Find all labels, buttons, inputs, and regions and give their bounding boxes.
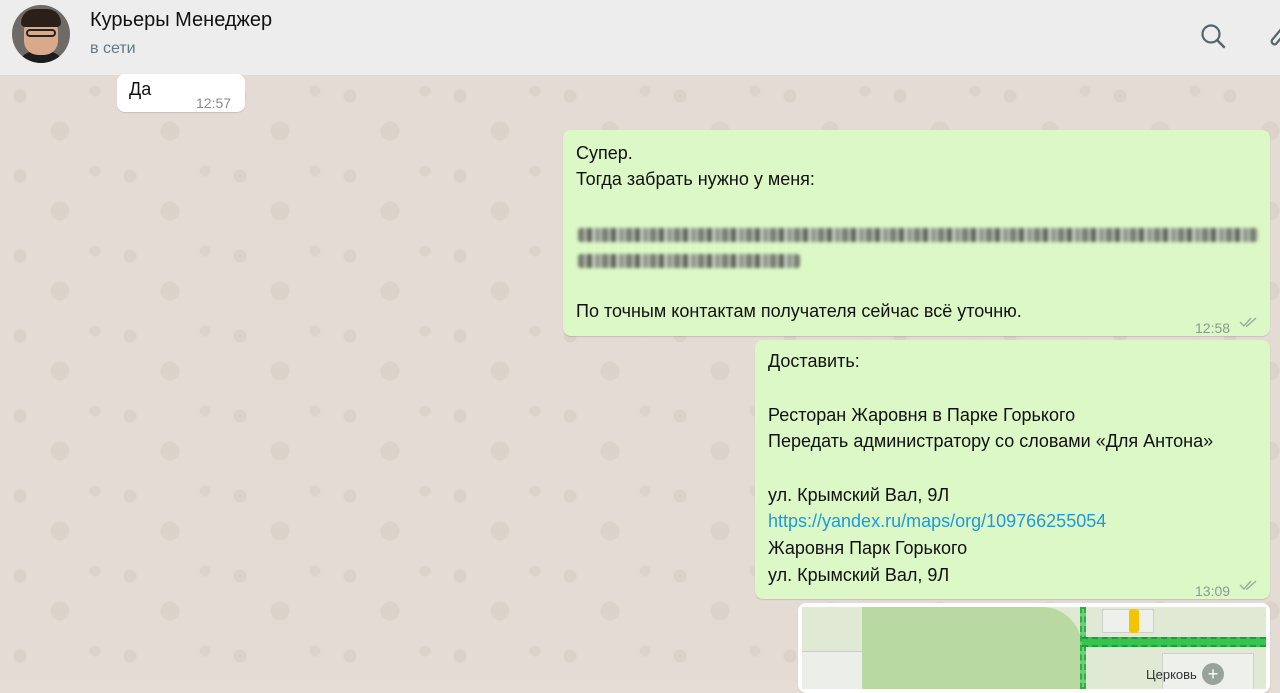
map-label: Церковь <box>1146 667 1197 682</box>
message-text: Да <box>129 79 152 99</box>
message-incoming[interactable]: Да 12:57 <box>117 74 245 112</box>
message-time: 12:57 <box>196 95 232 111</box>
double-check-icon <box>1239 580 1257 591</box>
message-text: Супер. <box>576 143 633 163</box>
map-link[interactable]: https://yandex.ru/maps/org/109766255054 <box>768 508 1106 535</box>
map-preview[interactable]: Церковь + <box>798 603 1270 693</box>
double-check-icon <box>1239 317 1257 328</box>
contact-status: в сети <box>90 40 136 57</box>
park-area <box>862 607 1082 689</box>
message-outgoing[interactable]: Доставить: Ресторан Жаровня в Парке Горь… <box>755 340 1270 599</box>
route-marker-icon <box>1129 609 1139 633</box>
message-time: 12:58 <box>1195 320 1231 336</box>
message-text: Тогда забрать нужно у меня: <box>576 169 815 189</box>
church-plus-icon: + <box>1202 663 1224 685</box>
message-text: ул. Крымский Вал, 9Л <box>768 565 950 585</box>
message-time: 13:09 <box>1195 583 1231 599</box>
message-text: Передать администратору со словами «Для … <box>768 431 1214 451</box>
contact-name[interactable]: Курьеры Менеджер <box>90 9 272 32</box>
paperclip-icon[interactable] <box>1264 20 1280 50</box>
message-text: Жаровня Парк Горького <box>768 538 968 558</box>
redacted-address <box>578 228 1258 242</box>
message-text: ул. Крымский Вал, 9Л <box>768 485 950 505</box>
avatar[interactable] <box>12 5 70 63</box>
message-text: Ресторан Жаровня в Парке Горького <box>768 405 1076 425</box>
message-outgoing[interactable]: Супер. Тогда забрать нужно у меня: По то… <box>563 130 1270 336</box>
message-text: Доставить: <box>768 351 860 371</box>
chat-header: Курьеры Менеджер в сети <box>0 0 1280 76</box>
redacted-phone <box>578 254 800 268</box>
message-text: По точным контактам получателя сейчас вс… <box>576 301 1022 321</box>
search-icon[interactable] <box>1199 22 1227 50</box>
